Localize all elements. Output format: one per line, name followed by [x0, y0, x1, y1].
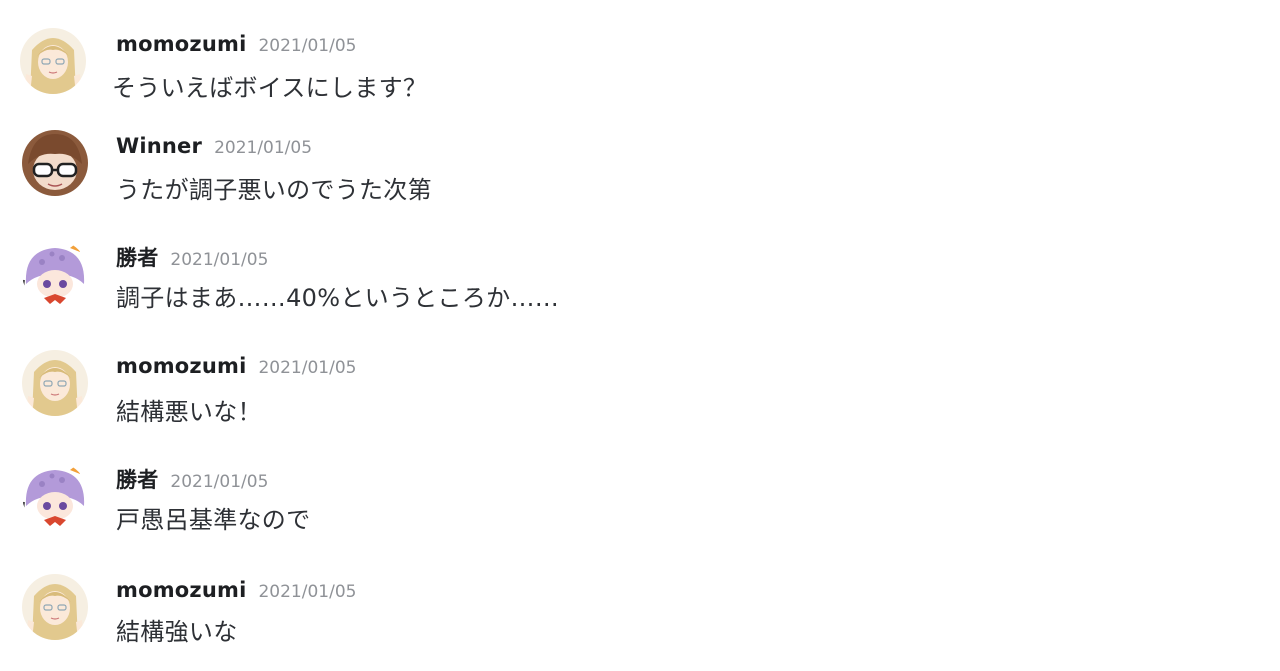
message-text: 結構強いな [116, 618, 238, 646]
message-text: そういえばボイスにします？ [112, 74, 428, 102]
timestamp: 2021/01/05 [258, 358, 357, 378]
message-header: 勝者 2021/01/05 [116, 242, 268, 272]
message-text: 調子はまあ……40%というところか…… [116, 284, 560, 312]
message-item[interactable]: momozumi 2021/01/05 結構強いな [0, 574, 1280, 654]
message-item[interactable]: momozumi 2021/01/05 結構悪いな！ [0, 350, 1280, 430]
message-header: momozumi 2021/01/05 [116, 578, 356, 602]
username[interactable]: 勝者 [116, 468, 158, 492]
timestamp: 2021/01/05 [258, 582, 357, 602]
message-header: momozumi 2021/01/05 [116, 32, 356, 56]
purple-hair-girl-avatar-icon[interactable] [22, 240, 88, 306]
blonde-girl-avatar-icon[interactable] [22, 350, 88, 416]
blonde-girl-avatar-icon[interactable] [22, 574, 88, 640]
purple-hair-girl-avatar-icon[interactable] [22, 462, 88, 528]
username[interactable]: Winner [116, 134, 202, 158]
message-item[interactable]: Winner 2021/01/05 うたが調子悪いのでうた次第 [0, 130, 1280, 210]
timestamp: 2021/01/05 [170, 250, 269, 270]
brown-hair-glasses-avatar-icon[interactable] [22, 130, 88, 196]
message-text: 戸愚呂基準なので [116, 506, 311, 534]
timestamp: 2021/01/05 [214, 138, 313, 158]
chat-log: momozumi 2021/01/05 そういえばボイスにします？ Winner 2… [0, 0, 1280, 671]
message-item[interactable]: momozumi 2021/01/05 そういえばボイスにします？ [0, 28, 1280, 108]
message-header: momozumi 2021/01/05 [116, 354, 356, 378]
message-header: 勝者 2021/01/05 [116, 464, 268, 494]
username[interactable]: 勝者 [116, 246, 158, 270]
timestamp: 2021/01/05 [170, 472, 269, 492]
username[interactable]: momozumi [116, 578, 246, 602]
message-item[interactable]: 勝者 2021/01/05 調子はまあ……40%というところか…… [0, 240, 1280, 320]
message-header: Winner 2021/01/05 [116, 134, 312, 158]
timestamp: 2021/01/05 [258, 36, 357, 56]
message-text: うたが調子悪いのでうた次第 [116, 176, 432, 204]
username[interactable]: momozumi [116, 354, 246, 378]
username[interactable]: momozumi [116, 32, 246, 56]
message-text: 結構悪いな！ [116, 398, 262, 426]
message-item[interactable]: 勝者 2021/01/05 戸愚呂基準なので [0, 462, 1280, 542]
blonde-girl-avatar-icon[interactable] [20, 28, 86, 94]
